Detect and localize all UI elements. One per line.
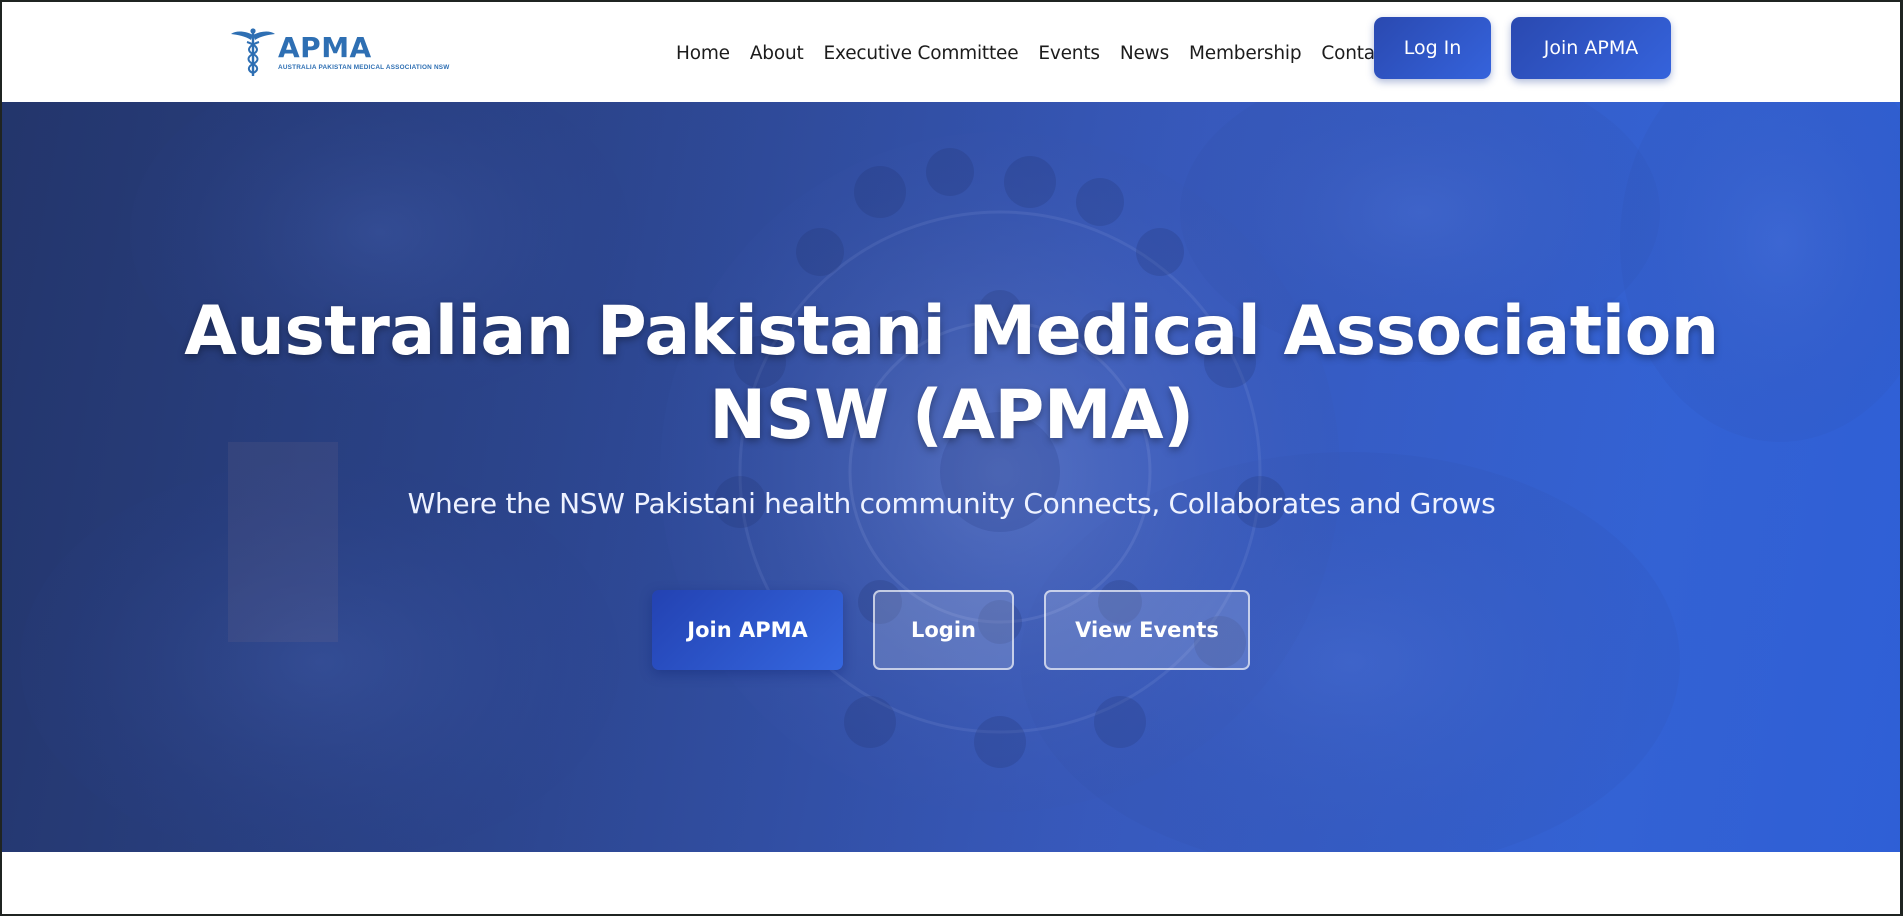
hero-title-line2: NSW (APMA) (709, 376, 1194, 455)
hero-overlay (0, 102, 1903, 852)
hero-title-line1: Australian Pakistani Medical Association (184, 292, 1719, 371)
nav-about[interactable]: About (750, 43, 804, 64)
main-nav: Home About Executive Committee Events Ne… (676, 40, 1392, 66)
login-button[interactable]: Login (873, 590, 1014, 670)
view-events-button[interactable]: View Events (1044, 590, 1250, 670)
join-apma-button[interactable]: Join APMA (652, 590, 843, 670)
site-logo[interactable]: APMA AUSTRALIA PAKISTAN MEDICAL ASSOCIAT… (230, 26, 470, 78)
nav-home[interactable]: Home (676, 43, 730, 64)
hero-title: Australian Pakistani Medical Association… (0, 290, 1903, 458)
hero-subtitle: Where the NSW Pakistani health community… (407, 487, 1496, 520)
nav-executive-committee[interactable]: Executive Committee (824, 43, 1019, 64)
header-login-button[interactable]: Log In (1374, 17, 1491, 79)
caduceus-icon (231, 28, 275, 76)
nav-membership[interactable]: Membership (1189, 43, 1302, 64)
nav-events[interactable]: Events (1038, 43, 1100, 64)
logo-text: APMA AUSTRALIA PAKISTAN MEDICAL ASSOCIAT… (278, 30, 450, 71)
logo-name: APMA (278, 30, 372, 64)
logo-tagline: AUSTRALIA PAKISTAN MEDICAL ASSOCIATION N… (278, 63, 450, 71)
hero-section: Australian Pakistani Medical Association… (0, 102, 1903, 852)
nav-news[interactable]: News (1120, 43, 1169, 64)
header-join-button[interactable]: Join APMA (1511, 17, 1671, 79)
site-header: APMA AUSTRALIA PAKISTAN MEDICAL ASSOCIAT… (0, 0, 1903, 102)
